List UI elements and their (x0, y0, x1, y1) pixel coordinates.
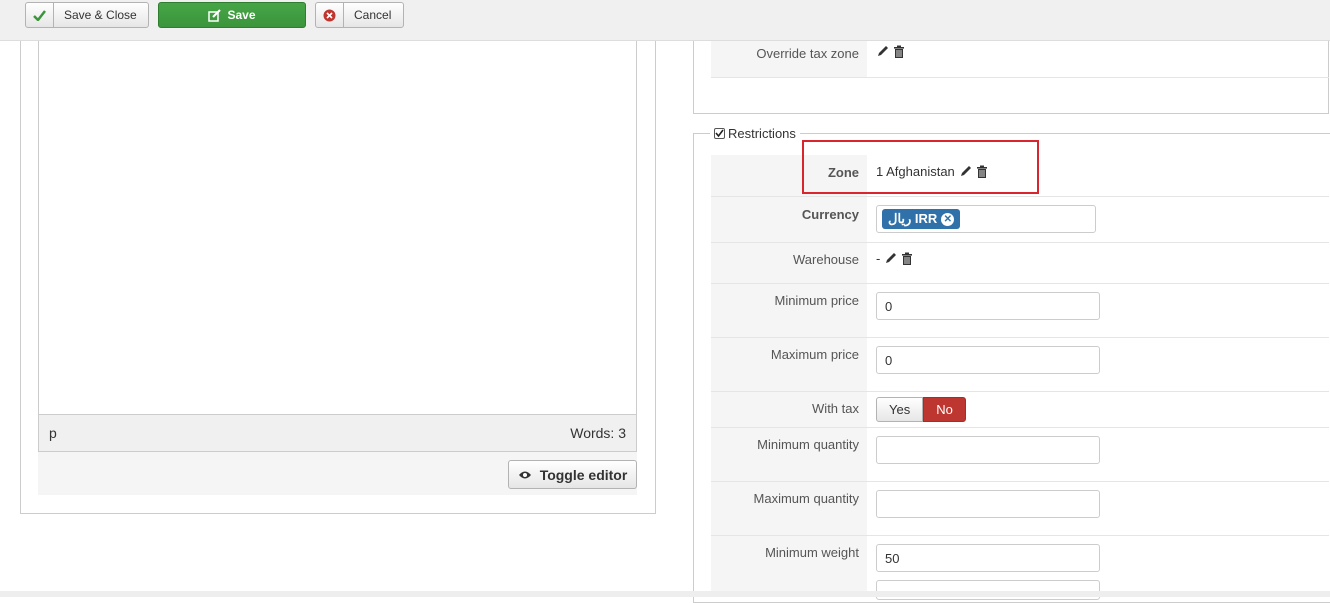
bottom-scroll-bar (0, 591, 1330, 597)
max-price-row: Maximum price 0 (711, 338, 1329, 392)
editor-status-bar: p Words: 3 (38, 414, 637, 452)
currency-tag-label: ریال IRR (888, 211, 938, 226)
pencil-icon[interactable] (884, 252, 897, 265)
with-tax-yes[interactable]: Yes (876, 397, 924, 422)
min-qty-label: Minimum quantity (711, 428, 867, 481)
max-price-input[interactable]: 0 (876, 346, 1100, 374)
min-qty-row: Minimum quantity (711, 428, 1329, 482)
toggle-row: Toggle editor (38, 452, 637, 495)
trash-icon[interactable] (901, 252, 913, 265)
warehouse-row: Warehouse - (711, 243, 1329, 284)
with-tax-toggle[interactable]: Yes No (876, 397, 966, 422)
max-qty-input[interactable] (876, 490, 1100, 518)
toggle-editor-button[interactable]: Toggle editor (508, 460, 637, 489)
save-label: Save (227, 8, 256, 22)
max-qty-row: Maximum quantity (711, 482, 1329, 536)
with-tax-row: With tax Yes No (711, 392, 1329, 428)
currency-row: Currency ریال IRR ✕ (711, 197, 1329, 243)
min-qty-input[interactable] (876, 436, 1100, 464)
override-tax-zone-row: Override tax zone (711, 41, 1329, 78)
override-tax-zone-label: Override tax zone (711, 41, 867, 77)
min-weight-input[interactable]: 50 (876, 544, 1100, 572)
restrictions-checkbox[interactable] (714, 128, 725, 139)
toggle-editor-label: Toggle editor (539, 466, 628, 483)
pencil-icon[interactable] (876, 45, 889, 58)
cancel-button[interactable]: Cancel (315, 2, 404, 28)
warehouse-label: Warehouse (711, 243, 867, 283)
save-button[interactable]: Save (158, 2, 306, 28)
editor-content-area[interactable] (38, 41, 637, 415)
warehouse-value: - (876, 251, 881, 266)
currency-select[interactable]: ریال IRR ✕ (876, 205, 1096, 233)
eye-icon (518, 471, 531, 478)
check-icon (26, 3, 54, 27)
currency-tag[interactable]: ریال IRR ✕ (882, 209, 961, 229)
restrictions-legend: Restrictions (710, 126, 800, 141)
edit-icon (208, 3, 222, 27)
word-count: Words: 3 (570, 425, 626, 441)
max-qty-label: Maximum quantity (711, 482, 867, 535)
remove-tag-icon[interactable]: ✕ (941, 212, 955, 226)
toolbar: Save & Close Save Cancel (0, 0, 1330, 41)
trash-icon[interactable] (893, 45, 905, 58)
min-price-row: Minimum price 0 (711, 284, 1329, 338)
with-tax-no[interactable]: No (923, 397, 966, 422)
min-price-label: Minimum price (711, 284, 867, 337)
zone-highlight-box (802, 140, 1039, 194)
cancel-label: Cancel (354, 8, 392, 22)
restrictions-label: Restrictions (728, 126, 796, 141)
editor-path[interactable]: p (49, 425, 57, 441)
cancel-icon (316, 3, 344, 27)
min-weight-row: Minimum weight 50 (711, 536, 1329, 600)
min-weight-label: Minimum weight (711, 536, 867, 597)
min-price-input[interactable]: 0 (876, 292, 1100, 320)
save-close-label: Save & Close (64, 8, 137, 22)
with-tax-label: With tax (711, 392, 867, 427)
currency-label: Currency (711, 197, 867, 242)
max-price-label: Maximum price (711, 338, 867, 391)
weight-unit-select[interactable] (876, 580, 1100, 600)
save-close-button[interactable]: Save & Close (25, 2, 149, 28)
